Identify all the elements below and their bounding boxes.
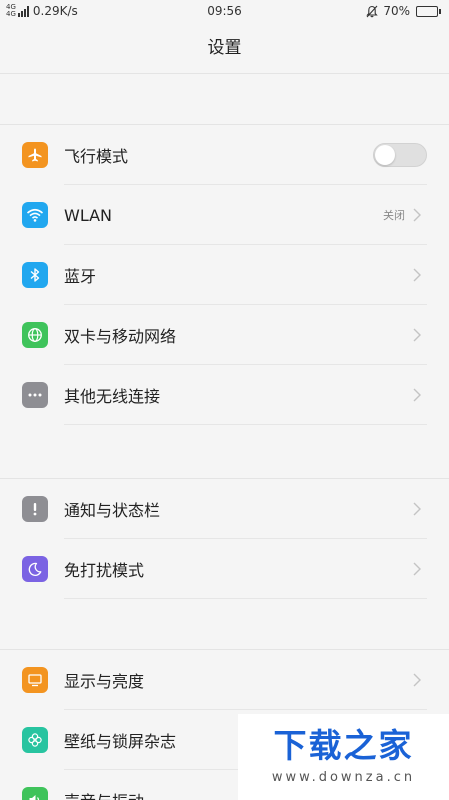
settings-item-display-brightness[interactable]: 显示与亮度 (0, 650, 449, 710)
more-icon (22, 382, 48, 408)
chevron-right-icon (413, 502, 421, 516)
chevron-right-icon (413, 268, 421, 282)
settings-item-bluetooth[interactable]: 蓝牙 (0, 245, 449, 305)
settings-item-label: 免打扰模式 (64, 561, 145, 580)
globe-icon (22, 322, 48, 348)
settings-item-notifications-status-bar[interactable]: 通知与状态栏 (0, 479, 449, 539)
settings-item-label: 通知与状态栏 (64, 501, 161, 520)
bluetooth-icon (22, 262, 48, 288)
settings-item-label: 壁纸与锁屏杂志 (64, 732, 177, 751)
battery-icon (416, 5, 441, 17)
watermark-title: 下载之家 (273, 726, 414, 765)
settings-item-wlan[interactable]: WLAN 关闭 (0, 185, 449, 245)
settings-item-label: 声音与振动 (64, 788, 144, 800)
status-bar: 4G 4G 0.29K/s 09:56 70% (0, 0, 449, 24)
exclamation-icon (22, 496, 48, 522)
settings-item-dual-sim-network[interactable]: 双卡与移动网络 (0, 305, 449, 365)
airplane-icon (22, 142, 48, 168)
toggle-knob (375, 145, 395, 165)
display-icon (22, 667, 48, 693)
settings-group-notifications: 通知与状态栏 免打扰模式 (0, 478, 449, 599)
watermark-url: www.downza.cn (271, 770, 416, 785)
moon-icon (22, 556, 48, 582)
settings-item-label: 双卡与移动网络 (64, 327, 177, 346)
settings-item-label: 显示与亮度 (64, 672, 145, 691)
mute-bell-icon (366, 5, 379, 18)
chevron-right-icon (413, 328, 421, 342)
settings-item-label: WLAN (64, 205, 113, 225)
wlan-status-value: 关闭 (383, 209, 405, 222)
settings-item-label: 蓝牙 (64, 267, 97, 286)
chevron-right-icon (413, 673, 421, 687)
settings-item-label: 飞行模式 (64, 147, 129, 166)
chevron-right-icon (413, 388, 421, 402)
status-right: 70% (366, 4, 441, 18)
settings-item-label: 其他无线连接 (64, 387, 161, 406)
chevron-right-icon (413, 562, 421, 576)
speaker-icon (22, 787, 48, 800)
wifi-icon (22, 202, 48, 228)
flower-icon (22, 727, 48, 753)
airplane-mode-toggle[interactable] (373, 143, 427, 167)
settings-item-other-wireless[interactable]: 其他无线连接 (0, 365, 449, 425)
page-title: 设置 (0, 24, 449, 74)
settings-item-do-not-disturb[interactable]: 免打扰模式 (0, 539, 449, 599)
chevron-right-icon (413, 208, 421, 222)
battery-percent: 70% (383, 4, 410, 18)
settings-group-connectivity: 飞行模式 WLAN 关闭 蓝牙 双卡与移动网络 其他无线连接 (0, 124, 449, 425)
settings-item-airplane-mode[interactable]: 飞行模式 (0, 125, 449, 185)
watermark: 下载之家 www.downza.cn (238, 714, 449, 800)
